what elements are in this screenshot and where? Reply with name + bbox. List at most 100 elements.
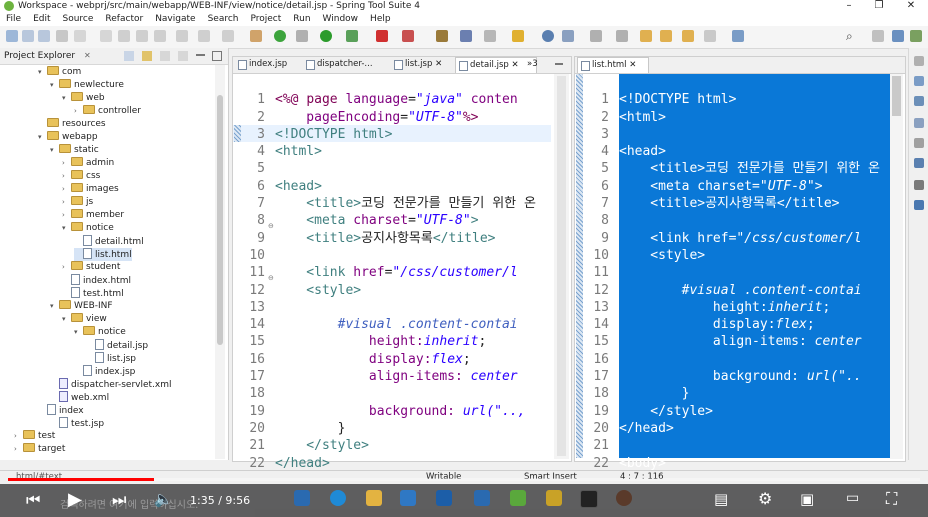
console-icon[interactable] <box>914 200 924 210</box>
tree-item[interactable]: detail.html <box>74 235 144 248</box>
maximize-view-icon[interactable] <box>212 51 222 61</box>
expand-arrow-icon[interactable]: › <box>62 261 71 274</box>
taskbar-folder-icon[interactable] <box>546 490 562 506</box>
menu-search[interactable]: Search <box>202 12 245 26</box>
new-java-project-icon[interactable] <box>436 30 448 42</box>
run-icon[interactable] <box>320 30 332 42</box>
expand-arrow-icon[interactable]: ▾ <box>62 222 71 235</box>
disconnect-icon[interactable] <box>222 30 234 42</box>
toggle-icon[interactable] <box>74 30 86 42</box>
left-editor[interactable]: index.jsp dispatcher-... list.jsp ✕ deta… <box>232 56 572 471</box>
minimize-button[interactable]: – <box>834 0 864 12</box>
tree-item[interactable]: ▾ newlecture <box>50 79 124 92</box>
expand-arrow-icon[interactable]: ▾ <box>50 144 59 157</box>
settings-icon[interactable] <box>296 30 308 42</box>
expand-arrow-icon[interactable]: › <box>62 196 71 209</box>
drop-frame-icon[interactable] <box>176 30 188 42</box>
fullscreen-icon[interactable]: ⛶ <box>886 489 897 509</box>
explorer-scrollbar[interactable] <box>215 65 225 459</box>
debug-step-return-icon[interactable] <box>154 30 166 42</box>
taskbar-edge-icon[interactable] <box>330 490 346 506</box>
menu-edit[interactable]: Edit <box>27 12 56 26</box>
print-icon[interactable] <box>56 30 68 42</box>
external-tools-icon[interactable] <box>402 30 414 42</box>
taskbar-explorer-icon[interactable] <box>366 490 382 506</box>
skip-icon[interactable] <box>100 30 112 42</box>
maximize-button[interactable]: ❐ <box>864 0 894 12</box>
outline-icon[interactable] <box>914 76 924 86</box>
next-annotation-icon[interactable] <box>590 30 602 42</box>
new-package-icon[interactable] <box>460 30 472 42</box>
fold-toggle-icon[interactable]: ⊖ <box>268 274 274 282</box>
save-icon[interactable] <box>22 30 34 42</box>
tree-item[interactable]: › target <box>14 443 65 456</box>
menu-project[interactable]: Project <box>244 12 287 26</box>
forward-icon[interactable] <box>704 30 716 42</box>
tree-item[interactable]: ▾ static <box>50 144 99 157</box>
expand-arrow-icon[interactable]: ▾ <box>38 131 47 144</box>
tree-item[interactable]: › images <box>62 183 119 196</box>
next-video-icon[interactable]: ⏭ <box>112 490 126 510</box>
link-editor-icon[interactable] <box>142 51 152 61</box>
properties-icon[interactable] <box>914 138 924 148</box>
collapse-all-icon[interactable] <box>124 51 134 61</box>
minimize-editor-icon[interactable] <box>555 63 563 65</box>
explorer-scroll-thumb[interactable] <box>217 95 223 345</box>
globe-icon[interactable] <box>542 30 554 42</box>
search-tool-icon[interactable] <box>512 30 524 42</box>
menu-refactor[interactable]: Refactor <box>99 12 149 26</box>
taskbar-store-icon[interactable] <box>400 490 416 506</box>
theater-mode-icon[interactable]: ▭ <box>846 490 859 506</box>
expand-arrow-icon[interactable]: ▾ <box>62 92 71 105</box>
tree-item[interactable]: resources <box>38 118 106 131</box>
previous-annotation-icon[interactable] <box>616 30 628 42</box>
tree-item[interactable]: ▾ WEB-INF <box>50 300 113 313</box>
taskbar-app-icon[interactable] <box>474 490 490 506</box>
tree-item[interactable]: test.html <box>62 287 124 300</box>
taskbar-sts-icon[interactable] <box>510 490 526 506</box>
jee-perspective-icon[interactable] <box>892 30 904 42</box>
pin-editor-icon[interactable] <box>732 30 744 42</box>
new-class-icon[interactable] <box>484 30 496 42</box>
tree-item[interactable]: detail.jsp <box>86 339 148 352</box>
tree-item[interactable]: index <box>38 404 84 417</box>
tree-item[interactable]: index.html <box>62 274 131 287</box>
tree-item[interactable]: › student <box>62 261 120 274</box>
tree-item[interactable]: list.jsp <box>86 352 136 365</box>
taskbar-user-icon[interactable] <box>616 490 632 506</box>
tree-item[interactable]: › member <box>62 209 124 222</box>
open-perspective-icon[interactable] <box>872 30 884 42</box>
close-tab-icon[interactable]: ✕ <box>629 60 636 70</box>
tree-item[interactable]: › css <box>62 170 100 183</box>
subtitles-icon[interactable]: ▤ <box>714 490 728 508</box>
stop-icon[interactable] <box>376 30 388 42</box>
tree-item[interactable]: test.jsp <box>50 417 104 430</box>
use-step-filters-icon[interactable] <box>198 30 210 42</box>
close-tab-icon[interactable]: ✕ <box>511 60 518 70</box>
right-code-text[interactable]: <!DOCTYPE html> <html> <head> <title>코딩 … <box>619 74 890 472</box>
menu-run[interactable]: Run <box>287 12 316 26</box>
taskbar-terminal-icon[interactable] <box>580 490 598 508</box>
menu-navigate[interactable]: Navigate <box>149 12 201 26</box>
taskbar-task-view-icon[interactable] <box>294 490 310 506</box>
menu-source[interactable]: Source <box>57 12 100 26</box>
project-explorer-title[interactable]: Project Explorer <box>4 51 75 61</box>
expand-arrow-icon[interactable]: › <box>62 170 71 183</box>
left-code-text[interactable]: <%@ page language="java" conten pageEnco… <box>275 74 549 472</box>
minimize-view-icon[interactable] <box>196 54 205 56</box>
tree-item[interactable]: ▾ com <box>38 66 81 79</box>
expand-arrow-icon[interactable]: ▾ <box>62 313 71 326</box>
left-editor-scrollbar[interactable] <box>554 74 569 459</box>
task-list-icon[interactable] <box>914 96 924 106</box>
markers-icon[interactable] <box>914 118 924 128</box>
save-all-icon[interactable] <box>38 30 50 42</box>
close-tab-icon[interactable]: ✕ <box>435 59 442 69</box>
tree-item[interactable]: dispatcher-servlet.xml <box>50 378 172 391</box>
menu-help[interactable]: Help <box>364 12 397 26</box>
tree-item[interactable]: › test <box>14 430 55 443</box>
data-source-icon[interactable] <box>914 180 924 190</box>
tree-item[interactable]: list.html <box>74 248 132 261</box>
volume-icon[interactable]: 🔈 <box>154 490 173 508</box>
expand-arrow-icon[interactable]: › <box>62 209 71 222</box>
tab-dispatcher-servlet[interactable]: dispatcher-... <box>303 57 397 72</box>
